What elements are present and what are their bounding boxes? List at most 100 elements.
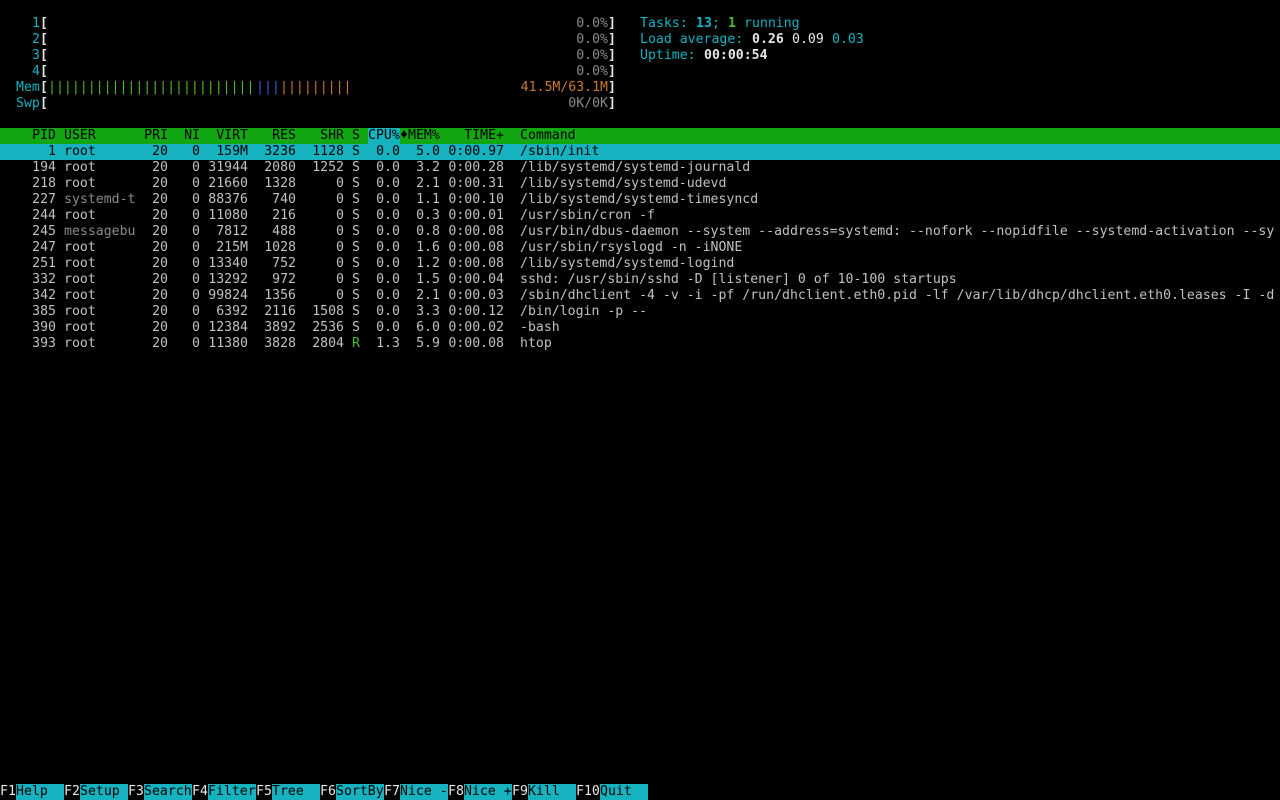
process-row[interactable]: 332 root 20 0 13292 972 0 S 0.0 1.5 0:00.04 sshd: /… <box>0 272 1280 288</box>
mem-bar-cache: ||||||||| <box>280 80 352 95</box>
cell-virt: 11380 <box>208 336 248 351</box>
running-label: running <box>744 16 800 31</box>
column-header-cpu[interactable]: CPU% <box>368 128 400 144</box>
cell-time: 0:00.97 <box>448 144 504 159</box>
cell-user: systemd-t <box>64 192 136 207</box>
process-row[interactable]: 251 root 20 0 13340 752 0 S 0.0 1.2 0:00.08/lib/sy… <box>0 256 1280 272</box>
cell-user: root <box>64 208 96 223</box>
cell-pid: 332 <box>32 272 56 287</box>
function-key-nice-button[interactable]: Nice + <box>464 784 512 800</box>
function-key-kill-button[interactable]: Kill <box>528 784 576 800</box>
process-row[interactable]: 390 root 20 0 12384 3892 2536 S 0.0 6.0 0:00.02 -ba… <box>0 320 1280 336</box>
process-row[interactable]: 393 root 20 0 11380 3828 2804 R 1.3 5.9 0:00.08 hto… <box>0 336 1280 352</box>
function-key-help-button[interactable]: Help <box>16 784 64 800</box>
cell-shr: 2804 <box>312 336 344 351</box>
tasks-separator: ; <box>712 16 720 31</box>
cell-cpu: 0.0 <box>376 192 400 207</box>
cell-user: root <box>64 320 96 335</box>
cell-ni: 0 <box>192 336 200 351</box>
function-key-f6: F6 <box>320 784 336 799</box>
cell-mem: 1.2 <box>416 256 440 271</box>
cell-cpu: 0.0 <box>376 160 400 175</box>
process-row[interactable]: 244 root 20 0 11080 216 0 S 0.0 0.3 0:00.01/usr/sb… <box>0 208 1280 224</box>
swap-meter: Swp [ 0K/0K ] <box>0 96 1280 112</box>
cell-shr: 0 <box>336 240 344 255</box>
process-row[interactable]: 218 root 20 0 21660 1328 0 S 0.0 2.1 0:00.31/lib/s… <box>0 176 1280 192</box>
process-row[interactable]: 385 root 20 0 6392 2116 1508 S 0.0 3.3 0:00.12/bin… <box>0 304 1280 320</box>
function-key-filter-button[interactable]: Filter <box>208 784 256 800</box>
cell-state: S <box>352 320 360 335</box>
cell-command: /lib/systemd/systemd-timesyncd <box>520 192 759 207</box>
function-key-f1: F1 <box>0 784 16 799</box>
mem-bar-buffers: ||| <box>256 80 280 95</box>
process-row[interactable]: 342 root 20 0 99824 1356 0 S 0.0 2.1 0:00.03/sbin/… <box>0 288 1280 304</box>
cpu-meter-label: 4 <box>32 64 40 79</box>
cell-command: /lib/systemd/systemd-udevd <box>520 176 727 191</box>
cell-shr: 2536 <box>312 320 344 335</box>
column-header-ni[interactable]: NI <box>176 128 200 144</box>
cell-time: 0:00.08 <box>448 256 504 271</box>
cell-user: messagebu <box>64 224 136 239</box>
column-header-state[interactable]: S <box>352 128 360 144</box>
cell-time: 0:00.02 <box>448 320 504 335</box>
cell-state: S <box>352 192 360 207</box>
process-row[interactable]: 247 root 20 0 215M 1028 0 S 0.0 1.6 0:00.08/usr/sb… <box>0 240 1280 256</box>
cell-state: S <box>352 256 360 271</box>
column-header-mem[interactable]: MEM% <box>408 128 440 144</box>
function-key-search-button[interactable]: Search <box>144 784 192 800</box>
cell-ni: 0 <box>192 272 200 287</box>
process-row[interactable]: 227 systemd-t 20 0 88376 740 0 S 0.0 1.1 0:00.10/l… <box>0 192 1280 208</box>
cell-pri: 20 <box>152 224 168 239</box>
cell-pri: 20 <box>152 176 168 191</box>
cell-pid: 342 <box>32 288 56 303</box>
cell-cpu: 0.0 <box>376 176 400 191</box>
column-header-res[interactable]: RES <box>256 128 296 144</box>
cell-res: 488 <box>272 224 296 239</box>
cell-ni: 0 <box>192 320 200 335</box>
process-row[interactable]: 245 messagebu 20 0 7812 488 0 S 0.0 0.8 0:00.08/us… <box>0 224 1280 240</box>
cell-ni: 0 <box>192 176 200 191</box>
column-header-pid[interactable]: PID <box>16 128 56 144</box>
cell-res: 2116 <box>264 304 296 319</box>
column-header-time[interactable]: TIME+ <box>456 128 504 144</box>
column-header-command[interactable]: Command <box>520 128 576 144</box>
cell-shr: 0 <box>336 256 344 271</box>
cell-pid: 247 <box>32 240 56 255</box>
function-key-f8: F8 <box>448 784 464 799</box>
load-average-1: 0.26 <box>752 32 784 47</box>
column-header-shr[interactable]: SHR <box>304 128 344 144</box>
function-key-setup-button[interactable]: Setup <box>80 784 128 800</box>
cell-command: /sbin/dhclient -4 -v -i -pf /run/dhclien… <box>520 288 1275 303</box>
uptime: Uptime: 00:00:54 <box>0 48 1280 64</box>
process-row[interactable]: 194 root 20 0 31944 2080 1252 S 0.0 3.2 0:00.28/li… <box>0 160 1280 176</box>
column-header-pri[interactable]: PRI <box>136 128 168 144</box>
cell-ni: 0 <box>192 208 200 223</box>
cell-time: 0:00.03 <box>448 288 504 303</box>
cell-shr: 0 <box>336 176 344 191</box>
function-key-sortby-button[interactable]: SortBy <box>336 784 384 800</box>
cell-pid: 385 <box>32 304 56 319</box>
column-header-virt[interactable]: VIRT <box>208 128 248 144</box>
cell-time: 0:00.08 <box>448 240 504 255</box>
cell-pri: 20 <box>152 192 168 207</box>
function-key-quit-button[interactable]: Quit <box>600 784 648 800</box>
cell-pri: 20 <box>152 336 168 351</box>
cell-command: /usr/sbin/cron -f <box>520 208 655 223</box>
function-key-tree-button[interactable]: Tree <box>272 784 320 800</box>
cell-pid: 251 <box>32 256 56 271</box>
cell-res: 3892 <box>264 320 296 335</box>
cell-res: 1328 <box>264 176 296 191</box>
cell-user: root <box>64 304 96 319</box>
process-row[interactable]: 1 root 20 0 159M 3236 1128 S 0.0 5.0 0:00.97/sbin/… <box>0 144 1280 160</box>
cell-time: 0:00.28 <box>448 160 504 175</box>
cpu-meter-4: 4 [ 0.0% ] <box>0 64 1280 80</box>
function-key-nice-button[interactable]: Nice - <box>400 784 448 800</box>
cell-pid: 194 <box>32 160 56 175</box>
cell-time: 0:00.08 <box>448 224 504 239</box>
meter-bracket-open: [ <box>40 80 48 95</box>
cell-res: 3828 <box>264 336 296 351</box>
cell-command: /usr/sbin/rsyslogd -n -iNONE <box>520 240 743 255</box>
column-header-user[interactable]: USER <box>64 128 96 144</box>
cell-pri: 20 <box>152 272 168 287</box>
cell-mem: 5.0 <box>416 144 440 159</box>
